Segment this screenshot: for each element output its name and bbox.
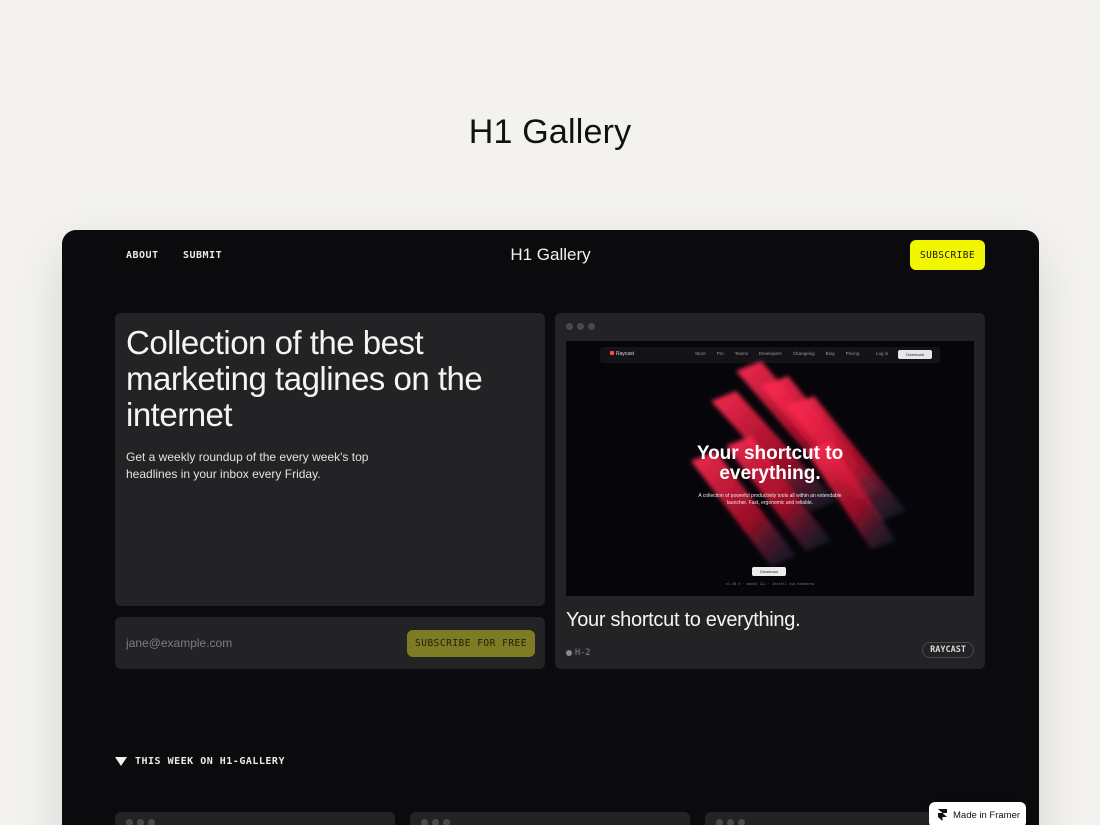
- hero-card: Collection of the best marketing tagline…: [115, 313, 545, 606]
- site-logo[interactable]: H1 Gallery: [62, 245, 1039, 265]
- entry-tag-label: H-2: [575, 648, 591, 658]
- screenshot-headline: Your shortcut to everything.: [566, 444, 974, 484]
- section-title: THIS WEEK ON H1-GALLERY: [135, 756, 285, 767]
- entry-tag: H-2: [566, 648, 590, 658]
- window-dots-icon: [716, 819, 745, 825]
- entry-title[interactable]: Your shortcut to everything.: [566, 609, 801, 632]
- signup-form: SUBSCRIBE FOR FREE: [115, 617, 545, 669]
- made-in-framer-badge[interactable]: Made in Framer: [929, 802, 1026, 825]
- framer-logo-icon: [938, 809, 947, 821]
- section-header[interactable]: THIS WEEK ON H1-GALLERY: [115, 756, 285, 767]
- entry-screenshot[interactable]: Raycast Store Pro Teams Developers Chang…: [566, 341, 974, 596]
- featured-entry-card[interactable]: Raycast Store Pro Teams Developers Chang…: [555, 313, 985, 669]
- gallery-card[interactable]: [410, 812, 690, 825]
- email-field[interactable]: [126, 631, 386, 655]
- window-dots-icon: [566, 323, 595, 330]
- window-dots-icon: [421, 819, 450, 825]
- gallery-card[interactable]: [115, 812, 395, 825]
- hero-title: Collection of the best marketing tagline…: [126, 324, 483, 433]
- brand-badge[interactable]: RAYCAST: [922, 642, 974, 658]
- page-title: H1 Gallery: [468, 113, 632, 151]
- hero-subtitle: Get a weekly roundup of the every week's…: [126, 450, 369, 481]
- screenshot-download-button: Download: [752, 567, 786, 576]
- screenshot-headline-line-2: everything.: [719, 463, 821, 484]
- tag-dot-icon: [566, 650, 572, 656]
- subscribe-free-button[interactable]: SUBSCRIBE FOR FREE: [407, 630, 535, 657]
- screenshot-description: A collection of powerful productivity to…: [698, 493, 842, 506]
- triangle-down-icon: [115, 757, 127, 766]
- site-preview-frame: ABOUT SUBMIT H1 Gallery SUBSCRIBE Collec…: [62, 230, 1039, 825]
- subscribe-button[interactable]: SUBSCRIBE: [910, 240, 985, 270]
- screenshot-install-hint: v1.48.9 · macOS 12+ · Install via homebr…: [725, 582, 815, 586]
- screenshot-headline-line-1: Your shortcut to: [696, 443, 844, 464]
- screenshot-logo: Raycast: [610, 351, 634, 357]
- made-in-framer-label: Made in Framer: [953, 809, 1021, 821]
- window-dots-icon: [126, 819, 155, 825]
